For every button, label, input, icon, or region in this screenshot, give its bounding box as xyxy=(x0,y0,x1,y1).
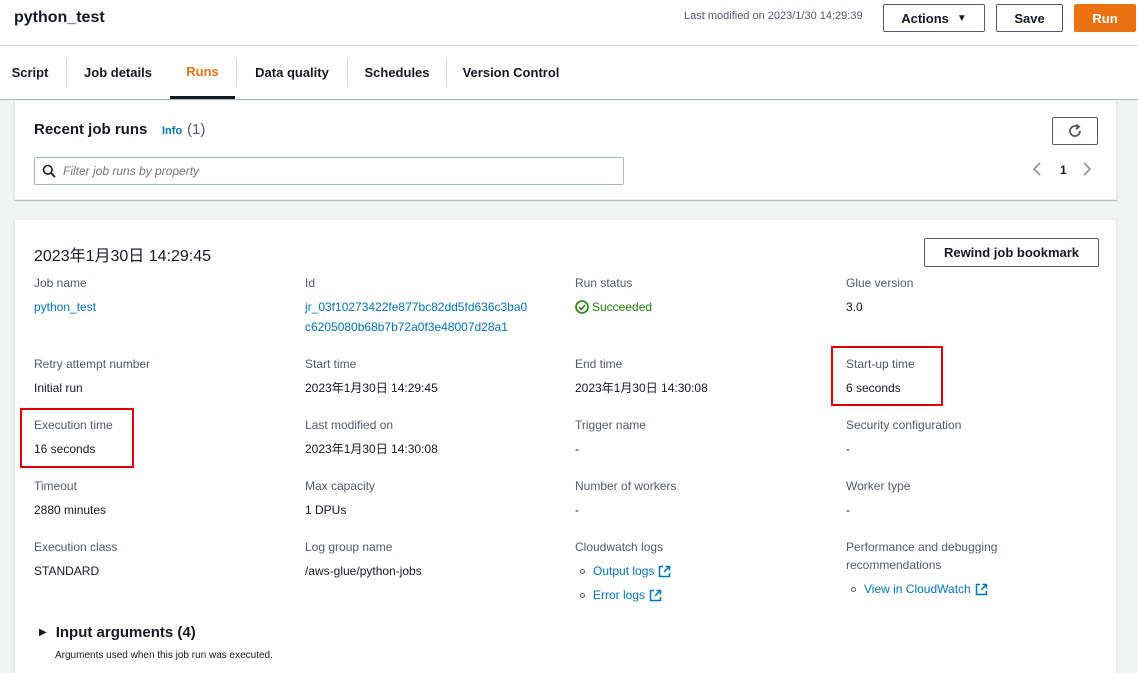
next-page-button[interactable] xyxy=(1082,161,1096,179)
job-runs-count: (1) xyxy=(187,121,206,138)
run-title: 2023年1月30日 14:29:45 xyxy=(34,248,212,265)
job-name-label: Job name xyxy=(34,276,87,290)
cloudwatch-logs-list: Output logs Error logs xyxy=(580,563,671,611)
refresh-icon xyxy=(1069,123,1081,137)
run-details-panel: 2023年1月30日 14:29:45 Rewind job bookmark … xyxy=(14,219,1117,673)
input-arguments-description: Arguments used when this job run was exe… xyxy=(55,650,273,661)
run-id-line-1: jr_03f10273422fe877bc82dd5fd636c3ba0 xyxy=(305,300,528,314)
list-item: Output logs xyxy=(580,563,671,579)
performance-label-line-2: recommendations xyxy=(846,558,942,572)
top-bar: python_test Last modified on 2023/1/30 1… xyxy=(0,0,1138,46)
tab-job-details[interactable]: Job details xyxy=(70,46,166,99)
tab-version-control[interactable]: Version Control xyxy=(450,46,572,99)
success-check-icon xyxy=(575,300,589,314)
glue-version-label: Glue version xyxy=(846,276,914,290)
external-link-icon xyxy=(975,583,987,595)
bullet-icon xyxy=(580,568,585,574)
last-modified-text: Last modified on 2023/1/30 14:29:39 xyxy=(684,10,863,22)
chevron-left-icon xyxy=(1032,162,1041,176)
glue-version-value: 3.0 xyxy=(846,300,863,314)
caret-right-icon: ▶ xyxy=(39,627,47,638)
tab-data-quality[interactable]: Data quality xyxy=(240,46,344,99)
start-time-label: Start time xyxy=(305,357,357,371)
timeout-label: Timeout xyxy=(34,479,77,493)
end-time-label: End time xyxy=(575,357,623,371)
tab-divider xyxy=(446,59,447,87)
external-link-icon xyxy=(659,565,671,577)
rewind-job-bookmark-button[interactable]: Rewind job bookmark xyxy=(924,238,1099,267)
last-modified-label: Last modified on xyxy=(305,418,394,432)
run-status-value: Succeeded xyxy=(575,299,652,315)
info-link[interactable]: Info xyxy=(162,125,182,137)
input-arguments-toggle[interactable]: ▶ Input arguments (4) xyxy=(39,624,196,641)
current-page-number[interactable]: 1 xyxy=(1060,163,1067,177)
retry-attempt-value: Initial run xyxy=(34,381,83,395)
previous-page-button[interactable] xyxy=(1032,161,1046,179)
tab-schedules[interactable]: Schedules xyxy=(351,46,443,99)
performance-debugging-label: Performance and debugging recommendation… xyxy=(846,539,997,573)
worker-type-label: Worker type xyxy=(846,479,911,493)
max-capacity-value: 1 DPUs xyxy=(305,503,347,517)
log-group-name-label: Log group name xyxy=(305,540,393,554)
security-configuration-label: Security configuration xyxy=(846,418,962,432)
actions-button[interactable]: Actions ▼ xyxy=(883,4,985,32)
list-item: Error logs xyxy=(580,587,671,603)
trigger-name-label: Trigger name xyxy=(575,418,646,432)
tab-runs[interactable]: Runs xyxy=(170,46,235,99)
execution-class-label: Execution class xyxy=(34,540,118,554)
run-id-line-2: c6205080b68b7b72a0f3e48007d28a1 xyxy=(305,320,508,334)
tab-divider xyxy=(66,59,67,87)
number-of-workers-label: Number of workers xyxy=(575,479,677,493)
start-time-value: 2023年1月30日 14:29:45 xyxy=(305,381,438,395)
caret-down-icon: ▼ xyxy=(956,12,967,24)
log-group-name-value: /aws-glue/python-jobs xyxy=(305,564,422,578)
job-title: python_test xyxy=(14,9,105,26)
timeout-value: 2880 minutes xyxy=(34,503,107,517)
retry-attempt-label: Retry attempt number xyxy=(34,357,151,371)
output-logs-link[interactable]: Output logs xyxy=(593,563,654,579)
performance-links-list: View in CloudWatch xyxy=(851,581,988,605)
bullet-icon xyxy=(851,586,856,592)
external-link-icon xyxy=(649,589,662,601)
chevron-right-icon xyxy=(1083,162,1092,176)
bullet-icon xyxy=(580,592,585,598)
execution-class-value: STANDARD xyxy=(34,564,100,578)
last-modified-value: 2023年1月30日 14:30:08 xyxy=(305,442,438,456)
view-in-cloudwatch-link[interactable]: View in CloudWatch xyxy=(864,581,971,597)
save-button[interactable]: Save xyxy=(996,4,1063,32)
actions-label: Actions xyxy=(901,10,949,26)
recent-job-runs-title: Recent job runs xyxy=(34,121,148,138)
recent-job-runs-panel: Recent job runs Info (1) 1 xyxy=(14,101,1117,200)
tab-divider xyxy=(347,59,348,87)
tab-bar: Script Job details Runs Data quality Sch… xyxy=(0,46,1138,100)
run-id-link[interactable]: jr_03f10273422fe877bc82dd5fd636c3ba0 c62… xyxy=(305,299,527,335)
execution-time-highlight-box xyxy=(20,408,134,468)
job-name-link[interactable]: python_test xyxy=(34,299,96,315)
run-status-label: Run status xyxy=(575,276,633,290)
run-button[interactable]: Run xyxy=(1074,4,1136,32)
trigger-name-value: - xyxy=(575,442,579,456)
tab-script[interactable]: Script xyxy=(0,46,60,99)
number-of-workers-value: - xyxy=(575,503,579,517)
input-arguments-title: Input arguments (4) xyxy=(55,624,196,641)
list-item: View in CloudWatch xyxy=(851,581,988,597)
refresh-button[interactable] xyxy=(1052,117,1098,145)
filter-job-runs-input[interactable] xyxy=(34,157,624,185)
search-icon xyxy=(42,164,56,178)
performance-label-line-1: Performance and debugging xyxy=(846,540,998,554)
tab-divider xyxy=(236,59,237,87)
max-capacity-label: Max capacity xyxy=(305,479,376,493)
startup-time-highlight-box xyxy=(831,346,943,406)
error-logs-link[interactable]: Error logs xyxy=(593,587,645,603)
id-label: Id xyxy=(305,276,316,290)
worker-type-value: - xyxy=(846,503,850,517)
security-configuration-value: - xyxy=(846,442,850,456)
run-status-text: Succeeded xyxy=(592,300,653,314)
end-time-value: 2023年1月30日 14:30:08 xyxy=(575,381,708,395)
cloudwatch-logs-label: Cloudwatch logs xyxy=(575,540,664,554)
